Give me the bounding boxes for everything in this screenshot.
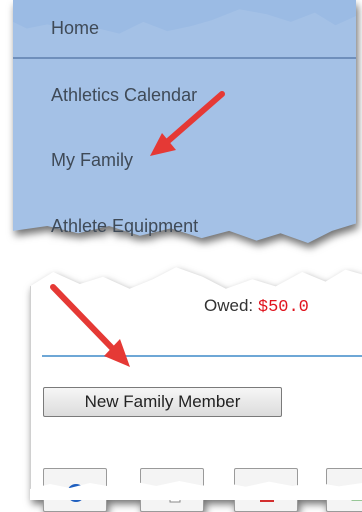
menu-item-athletics-calendar[interactable]: Athletics Calendar xyxy=(51,85,197,106)
screenshot-stage: Home Athletics Calendar My Family Athlet… xyxy=(0,0,362,512)
family-panel-snippet: Owed: $50.0 New Family Member ? xyxy=(30,260,362,512)
nav-menu-snippet: Home Athletics Calendar My Family Athlet… xyxy=(13,0,356,243)
owed-balance: Owed: $50.0 xyxy=(204,296,309,317)
section-divider xyxy=(42,355,362,357)
new-family-member-button[interactable]: New Family Member xyxy=(43,387,282,417)
menu-item-home[interactable]: Home xyxy=(51,18,99,39)
family-panel xyxy=(30,267,362,500)
menu-item-athlete-equipment[interactable]: Athlete Equipment xyxy=(51,216,198,237)
menu-item-my-family[interactable]: My Family xyxy=(51,150,133,171)
menu-divider xyxy=(13,57,356,59)
owed-amount: $50.0 xyxy=(257,298,309,317)
owed-label: Owed: xyxy=(204,296,254,315)
